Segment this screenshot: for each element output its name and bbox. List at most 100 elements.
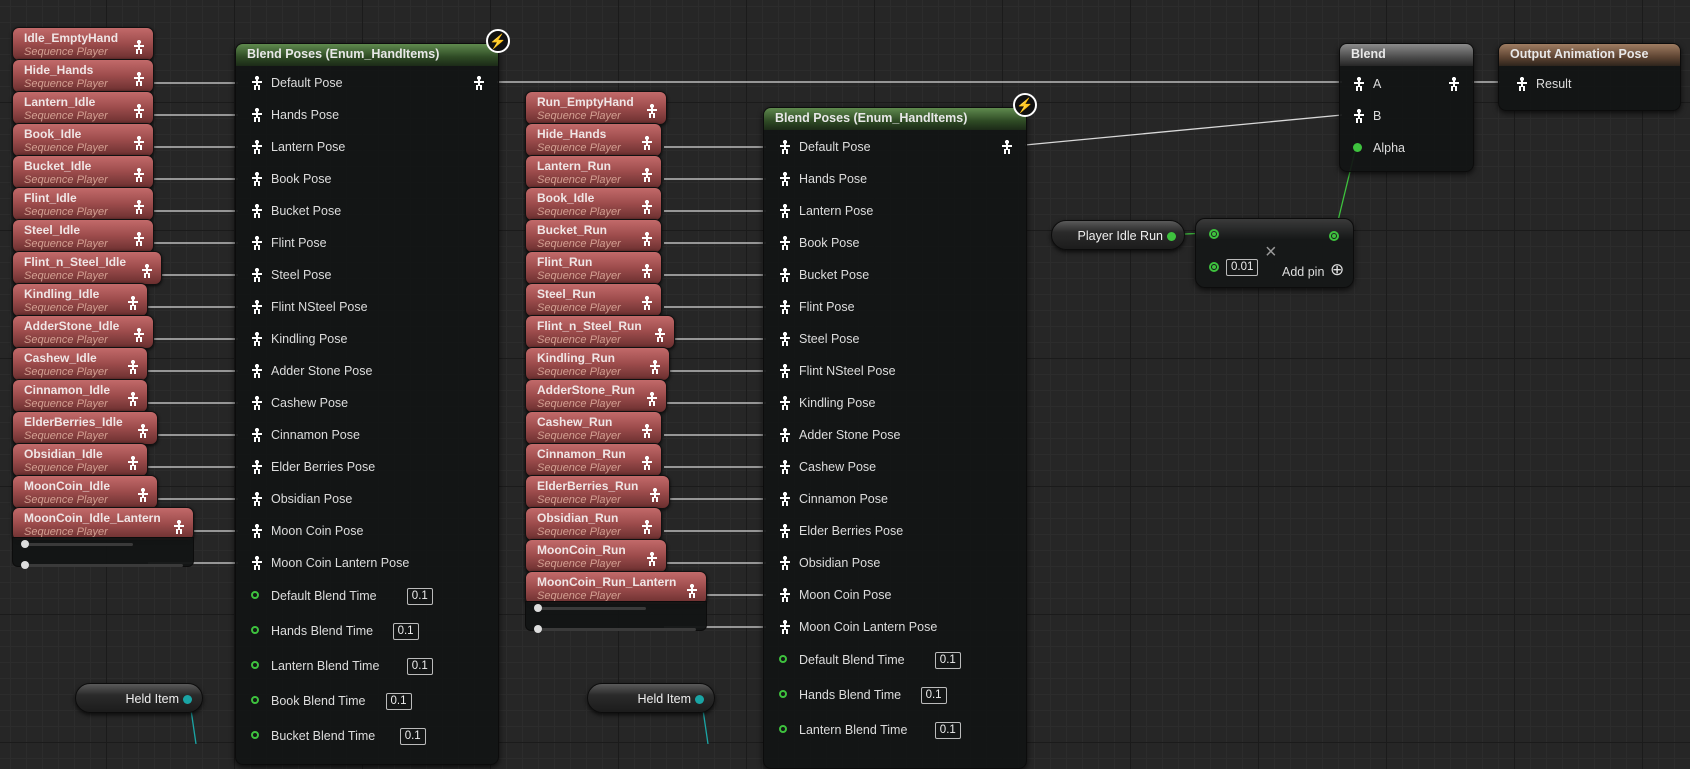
pose-output-pin-icon[interactable] [127,392,139,406]
sequence-player-node[interactable]: Obsidian_Idle Sequence Player [12,443,148,477]
pose-output-pin-icon[interactable] [133,72,145,86]
float-input-pin-b[interactable] [1209,262,1219,272]
pose-output-pin-icon[interactable] [137,424,149,438]
sequence-player-node[interactable]: Cinnamon_Run Sequence Player [525,443,662,477]
start-position-slider[interactable] [21,561,183,569]
pose-pin-icon[interactable] [779,364,791,378]
blend-time-value[interactable]: 0.1 [934,652,961,669]
sequence-player-node[interactable]: Book_Idle Sequence Player [12,123,154,157]
pose-output-pin-icon[interactable] [1448,77,1460,91]
float-pin-icon[interactable] [1167,232,1176,242]
pose-output-pin-icon[interactable] [133,40,145,54]
blend-time-value[interactable]: 0.1 [406,658,433,675]
float-pin-icon[interactable] [779,655,787,663]
enum-pin-icon[interactable] [183,695,192,705]
pose-output-pin-icon[interactable] [641,168,653,182]
pose-pin-icon[interactable] [779,140,791,154]
pose-pin-icon[interactable] [779,332,791,346]
sequence-player-node[interactable]: Cashew_Run Sequence Player [525,411,662,445]
pose-pin-icon[interactable] [251,492,263,506]
blend-time-value[interactable]: 0.1 [920,687,947,704]
pose-output-pin-icon[interactable] [649,360,661,374]
add-pin-icon[interactable]: ⊕ [1330,260,1344,280]
sequence-player-node[interactable]: Bucket_Idle Sequence Player [12,155,154,189]
held-item-node-2[interactable]: Held Item [587,683,715,713]
sequence-player-node[interactable]: Hide_Hands Sequence Player [12,59,154,93]
pose-output-pin-icon[interactable] [127,456,139,470]
sequence-player-node[interactable]: Kindling_Idle Sequence Player [12,283,148,317]
pose-pin-icon[interactable] [251,204,263,218]
pose-pin-icon[interactable] [251,236,263,250]
pose-pin-icon[interactable] [251,460,263,474]
pose-output-pin-icon[interactable] [646,104,658,118]
sequence-player-node[interactable]: Flint_n_Steel_Run Sequence Player [525,315,675,349]
pose-output-pin-icon[interactable] [646,392,658,406]
pose-output-pin-icon[interactable] [649,488,661,502]
pose-output-pin-icon[interactable] [133,200,145,214]
pose-pin-icon[interactable] [251,556,263,570]
float-pin-icon[interactable] [779,690,787,698]
pose-pin-icon[interactable] [251,428,263,442]
pose-output-pin-icon[interactable] [127,296,139,310]
output-animation-pose-node[interactable]: Output Animation Pose Result [1498,43,1681,111]
pose-output-pin-icon[interactable] [141,264,153,278]
pose-output-pin-icon[interactable] [641,456,653,470]
pose-output-pin-icon[interactable] [473,76,485,90]
play-rate-slider[interactable] [21,540,133,548]
float-pin-icon[interactable] [251,626,259,634]
pose-output-pin-icon[interactable] [686,584,698,598]
multiply-node[interactable]: × 0.01 Add pin ⊕ [1195,218,1354,288]
pose-pin-icon[interactable] [779,492,791,506]
sequence-player-node[interactable]: MoonCoin_Run Sequence Player [525,539,667,573]
pose-pin-icon[interactable] [251,364,263,378]
sequence-player-node[interactable]: Lantern_Idle Sequence Player [12,91,154,125]
float-pin-icon[interactable] [1353,143,1362,152]
pose-pin-icon[interactable] [779,588,791,602]
sequence-player-node[interactable]: ElderBerries_Idle Sequence Player [12,411,158,445]
float-pin-icon[interactable] [251,696,259,704]
pose-output-pin-icon[interactable] [641,232,653,246]
sequence-player-node[interactable]: AdderStone_Run Sequence Player [525,379,667,413]
blend-time-value[interactable]: 0.1 [406,588,433,605]
blend-time-value[interactable]: 0.1 [392,623,419,640]
pose-output-pin-icon[interactable] [654,328,666,342]
sequence-player-node[interactable]: Steel_Idle Sequence Player [12,219,154,253]
sequence-player-node[interactable]: Flint_n_Steel_Idle Sequence Player [12,251,162,285]
float-pin-icon[interactable] [251,731,259,739]
player-idle-run-node[interactable]: Player Idle Run [1051,220,1185,250]
sequence-player-node[interactable]: AdderStone_Idle Sequence Player [12,315,154,349]
pose-pin-icon[interactable] [251,172,263,186]
pose-pin-icon[interactable] [779,428,791,442]
pose-output-pin-icon[interactable] [641,424,653,438]
pose-pin-icon[interactable] [779,268,791,282]
blend-poses-node-2[interactable]: Blend Poses (Enum_HandItems) Default Pos… [763,107,1027,769]
sequence-player-node[interactable]: MoonCoin_Run_Lantern Sequence Player [525,571,707,605]
pose-pin-icon[interactable] [779,300,791,314]
sequence-player-node[interactable]: Book_Idle Sequence Player [525,187,662,221]
pose-output-pin-icon[interactable] [133,328,145,342]
sequence-player-node[interactable]: Flint_Run Sequence Player [525,251,662,285]
pose-output-pin-icon[interactable] [641,520,653,534]
sequence-player-node[interactable]: Lantern_Run Sequence Player [525,155,662,189]
sequence-player-node[interactable]: Cinnamon_Idle Sequence Player [12,379,148,413]
sequence-player-node[interactable]: MoonCoin_Idle_Lantern Sequence Player [12,507,194,541]
pose-output-pin-icon[interactable] [173,520,185,534]
pose-pin-icon[interactable] [1353,77,1365,91]
slider-knob[interactable] [21,540,29,548]
pose-output-pin-icon[interactable] [641,136,653,150]
pose-pin-icon[interactable] [251,76,263,90]
start-position-slider[interactable] [534,625,696,633]
enum-pin-icon[interactable] [695,695,704,705]
sequence-player-node[interactable]: Hide_Hands Sequence Player [525,123,662,157]
play-rate-slider[interactable] [534,604,646,612]
float-pin-icon[interactable] [251,661,259,669]
pose-pin-icon[interactable] [779,524,791,538]
pose-pin-icon[interactable] [779,204,791,218]
blend-time-value[interactable]: 0.1 [399,728,426,745]
pose-pin-icon[interactable] [251,268,263,282]
float-output-pin[interactable] [1329,231,1339,241]
sequence-player-node[interactable]: MoonCoin_Idle Sequence Player [12,475,158,509]
pose-output-pin-icon[interactable] [133,136,145,150]
sequence-player-node[interactable]: Flint_Idle Sequence Player [12,187,154,221]
sequence-player-node[interactable]: ElderBerries_Run Sequence Player [525,475,670,509]
